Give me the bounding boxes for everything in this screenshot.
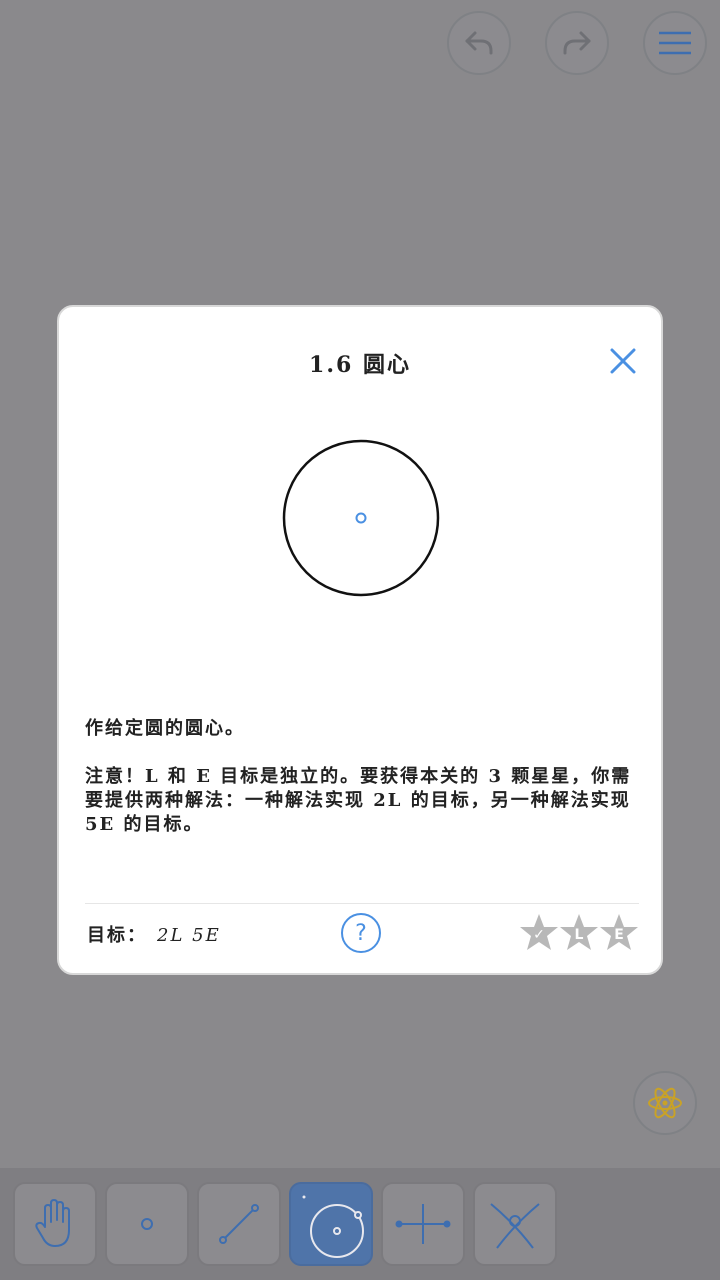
- hand-icon: [35, 1199, 70, 1247]
- redo-icon: [563, 31, 591, 55]
- star-l-icon: L: [560, 914, 598, 950]
- circle-icon: [302, 1195, 364, 1258]
- star-check-icon: ✓: [520, 914, 558, 950]
- help-button[interactable]: ?: [341, 913, 381, 953]
- tool-circle[interactable]: [289, 1182, 373, 1266]
- tool-bar: [0, 1168, 720, 1280]
- perpendicular-bisector-icon: [395, 1204, 451, 1244]
- goal-label: 目标：: [87, 925, 147, 946]
- tool-line[interactable]: [197, 1182, 281, 1266]
- menu-button[interactable]: [643, 11, 707, 75]
- help-icon: ?: [355, 920, 367, 946]
- center-point: [355, 512, 367, 524]
- level-dialog: 1.6 圆心 作给定圆的圆心。 注意！L 和 E 目标是独立的。要获得本关的 3…: [57, 305, 663, 975]
- star-rating: ✓ L E: [520, 914, 638, 950]
- dialog-title: 1.6 圆心: [309, 352, 411, 378]
- svg-text:✓: ✓: [533, 927, 545, 943]
- tool-move[interactable]: [13, 1182, 97, 1266]
- line-icon: [219, 1204, 259, 1244]
- atom-button[interactable]: [633, 1071, 697, 1135]
- hamburger-icon: [659, 31, 691, 55]
- level-note: 注意！L 和 E 目标是独立的。要获得本关的 3 颗星星，你需要提供两种解法：一…: [85, 766, 632, 835]
- atom-icon: [648, 1087, 682, 1119]
- undo-button[interactable]: [447, 11, 511, 75]
- tool-intersect[interactable]: [473, 1182, 557, 1266]
- undo-icon: [465, 31, 493, 55]
- level-description: 作给定圆的圆心。: [85, 718, 245, 739]
- star-e-icon: E: [600, 914, 638, 950]
- close-icon[interactable]: [609, 347, 637, 375]
- svg-text:E: E: [614, 927, 624, 943]
- svg-text:L: L: [575, 927, 584, 943]
- tool-point[interactable]: [105, 1182, 189, 1266]
- point-icon: [141, 1218, 153, 1230]
- goal-row: 目标： 2L 5E: [87, 921, 221, 947]
- tool-perpendicular-bisector[interactable]: [381, 1182, 465, 1266]
- divider: [85, 903, 639, 904]
- intersection-icon: [490, 1203, 540, 1249]
- goal-values: 2L 5E: [157, 925, 221, 946]
- level-preview: [282, 439, 440, 597]
- redo-button[interactable]: [545, 11, 609, 75]
